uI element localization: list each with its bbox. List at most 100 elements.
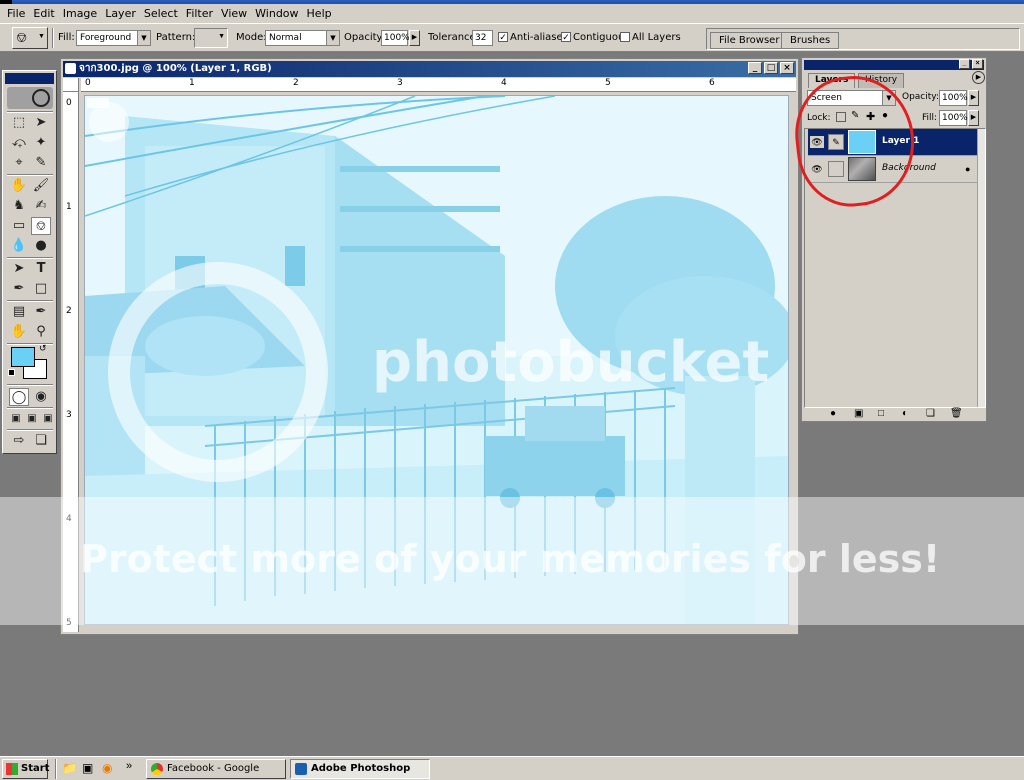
eye-icon[interactable]: 👁 — [810, 136, 824, 148]
blur-tool-icon[interactable]: 💧 — [9, 237, 29, 255]
menu-filter[interactable]: Filter — [182, 7, 217, 20]
task-facebook-chrome[interactable]: Facebook - Google Chrome — [146, 759, 286, 779]
ruler-label: 3 — [397, 78, 403, 88]
blend-mode-select[interactable]: Screen ▼ — [807, 90, 896, 106]
opacity-slider-button[interactable]: ▶ — [409, 30, 420, 46]
horizontal-ruler[interactable]: 0 1 2 3 4 5 6 — [81, 78, 796, 92]
all-layers-checkbox[interactable] — [620, 32, 630, 42]
paint-bucket-tool-icon[interactable]: ⎊ — [31, 217, 51, 235]
lock-position-icon[interactable]: ✚ — [866, 110, 875, 123]
hand-tool-icon[interactable]: ✋ — [9, 323, 29, 341]
brushes-tab[interactable]: Brushes — [781, 32, 840, 49]
lock-image-icon[interactable]: ✎ — [851, 110, 859, 121]
dodge-tool-icon[interactable]: ● — [31, 237, 51, 255]
brush-icon[interactable]: ✎ — [828, 134, 844, 150]
pattern-label: Pattern: — [156, 32, 196, 43]
standard-mode-icon[interactable]: ◯ — [9, 388, 29, 406]
new-set-icon[interactable]: □ — [878, 408, 884, 419]
healing-brush-tool-icon[interactable]: ✋ — [9, 177, 29, 195]
lock-all-icon[interactable]: ● — [882, 110, 888, 121]
media-icon[interactable]: ▣ — [82, 761, 93, 775]
tab-layers[interactable]: Layers — [808, 73, 856, 88]
layers-footer: ● ▣ □ ◐ ❏ 🗑 — [804, 408, 986, 421]
fill-slider-button[interactable]: ▶ — [968, 110, 979, 126]
notes-tool-icon[interactable]: ▤ — [9, 303, 29, 321]
rectangle-tool-icon[interactable]: □ — [31, 280, 51, 298]
add-mask-icon[interactable]: ▣ — [854, 408, 863, 419]
marquee-tool-icon[interactable]: ⬚ — [9, 114, 29, 132]
opacity-input[interactable]: 100% — [381, 30, 410, 46]
maximize-button[interactable]: □ — [764, 62, 778, 74]
menu-layer[interactable]: Layer — [101, 7, 140, 20]
start-button[interactable]: Start — [2, 759, 50, 779]
layers-scrollbar[interactable] — [977, 129, 985, 407]
crop-tool-icon[interactable]: ⌖ — [9, 154, 29, 172]
layer-row-layer-1[interactable]: 👁 ✎ Layer 1 — [808, 129, 978, 156]
ruler-origin[interactable] — [63, 78, 79, 92]
separator — [52, 28, 54, 48]
adjustment-layer-icon[interactable]: ◐ — [902, 408, 908, 419]
pen-tool-icon[interactable]: ✒ — [9, 280, 29, 298]
more-quicklaunch[interactable]: » — [126, 760, 132, 772]
fill-select[interactable]: Foreground ▼ — [76, 30, 151, 46]
minimize-button[interactable]: _ — [748, 62, 762, 74]
eraser-tool-icon[interactable]: ▭ — [9, 217, 29, 235]
start-label: Start — [21, 763, 50, 774]
layer-row-background[interactable]: 👁 Background ● — [808, 156, 978, 183]
eyedropper-tool-icon[interactable]: ✒ — [31, 303, 51, 321]
close-button[interactable]: × — [972, 59, 983, 69]
palette-title-bar[interactable]: _ × — [804, 59, 984, 70]
menu-help[interactable]: Help — [303, 7, 336, 20]
adobe-online-logo[interactable] — [7, 87, 53, 109]
tolerance-input[interactable]: 32 — [472, 30, 493, 46]
jump-to-imageready-icon[interactable]: ⇨ — [9, 432, 29, 450]
document-title: จาก300.jpg @ 100% (Layer 1, RGB) — [79, 63, 272, 74]
palette-menu-button[interactable]: ▶ — [972, 71, 985, 84]
quick-mask-mode-icon[interactable]: ◉ — [31, 388, 51, 406]
trash-icon[interactable]: 🗑 — [950, 408, 963, 419]
mode-select[interactable]: Normal ▼ — [265, 30, 340, 46]
type-tool-icon[interactable]: T — [31, 260, 51, 278]
menu-image[interactable]: Image — [59, 7, 101, 20]
firefox-icon[interactable]: ◉ — [102, 761, 112, 775]
link-cell[interactable] — [828, 161, 844, 177]
folder-icon[interactable]: 📁 — [62, 761, 77, 775]
lasso-tool-icon[interactable]: ⤽ — [9, 134, 29, 152]
magic-wand-tool-icon[interactable]: ✦ — [31, 134, 51, 152]
ruler-label: 2 — [66, 306, 72, 316]
layer-opacity-input[interactable]: 100% — [939, 90, 968, 106]
anti-aliased-checkbox[interactable]: ✓ — [498, 32, 508, 42]
pattern-picker[interactable]: ▼ — [194, 28, 228, 48]
brush-tool-icon[interactable]: 🖌 — [31, 177, 51, 195]
layer-style-icon[interactable]: ● — [830, 408, 836, 419]
layer-fill-input[interactable]: 100% — [939, 110, 968, 126]
lock-transparent-icon[interactable] — [836, 112, 846, 122]
opacity-slider-button[interactable]: ▶ — [968, 90, 979, 106]
path-selection-tool-icon[interactable]: ➤ — [9, 260, 29, 278]
new-layer-icon[interactable]: ❏ — [926, 408, 935, 419]
task-adobe-photoshop[interactable]: Adobe Photoshop — [290, 759, 430, 779]
zoom-tool-icon[interactable]: ⚲ — [31, 323, 51, 341]
clone-stamp-tool-icon[interactable]: ♞ — [9, 197, 29, 215]
contiguous-checkbox[interactable]: ✓ — [561, 32, 571, 42]
menu-edit[interactable]: Edit — [29, 7, 58, 20]
move-tool-icon[interactable]: ➤ — [31, 114, 51, 132]
default-colors-icon[interactable] — [8, 369, 15, 376]
swap-colors-icon[interactable]: ↺ — [39, 343, 47, 354]
history-brush-tool-icon[interactable]: ✍ — [31, 197, 51, 215]
menu-view[interactable]: View — [217, 7, 251, 20]
tab-history[interactable]: History — [858, 73, 905, 88]
foreground-color-swatch[interactable] — [11, 347, 35, 367]
document-title-bar[interactable]: จาก300.jpg @ 100% (Layer 1, RGB) _ □ × — [63, 61, 796, 77]
menu-file[interactable]: File — [3, 7, 29, 20]
tool-preset-picker[interactable]: ⎊ ▼ — [12, 27, 48, 49]
menu-window[interactable]: Window — [251, 7, 302, 20]
menu-select[interactable]: Select — [140, 7, 182, 20]
slice-tool-icon[interactable]: ✎ — [31, 154, 51, 172]
close-button[interactable]: × — [780, 62, 794, 74]
eye-icon[interactable]: 👁 — [810, 163, 824, 175]
imageready-icon[interactable]: ❏ — [31, 432, 51, 450]
full-screen-mode-icon[interactable]: ▣ — [38, 410, 58, 428]
file-browser-tab[interactable]: File Browser — [710, 32, 789, 49]
minimize-button[interactable]: _ — [959, 59, 970, 69]
